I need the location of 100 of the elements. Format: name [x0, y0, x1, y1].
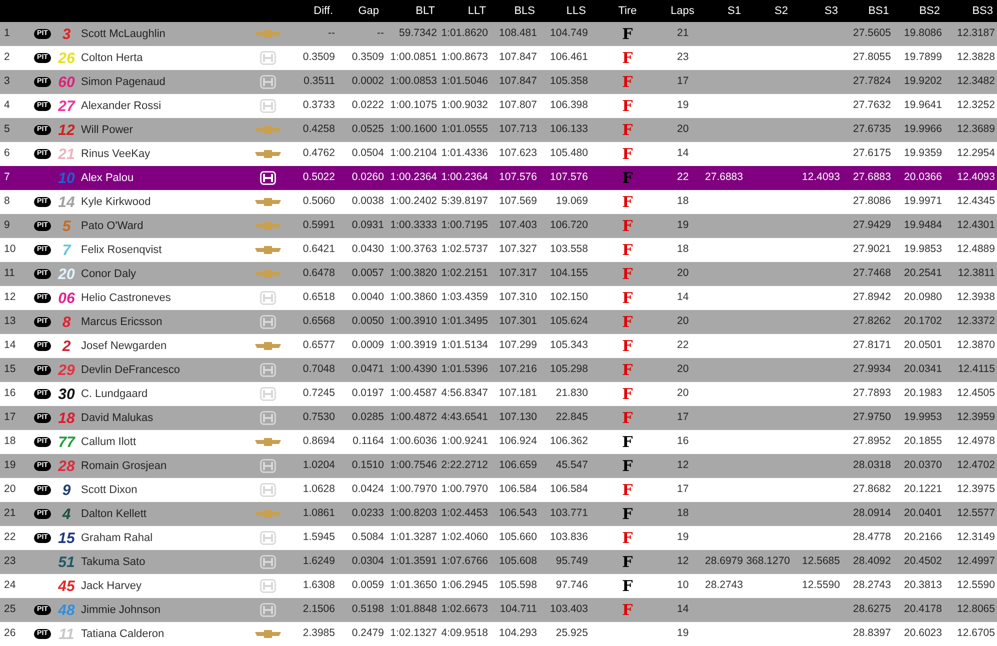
- tire-mark-label: F: [622, 578, 633, 594]
- column-header[interactable]: BS2: [919, 4, 940, 17]
- table-cell: 17: [677, 483, 689, 496]
- table-cell: 20.1702: [904, 315, 942, 328]
- table-row[interactable]: 7 10 Alex Palou 0.5022 0.0260 1:00.2364 1:00.2364 107.576 107.576 F 22 27.6883 12.4093 27.6883 20.0366 12.4093: [0, 166, 997, 190]
- table-cell: 19.9971: [904, 195, 942, 208]
- table-cell: 20.0341: [904, 363, 942, 376]
- table-cell: 1:02.6673: [441, 603, 488, 616]
- table-cell: 59.7342: [399, 27, 437, 40]
- table-cell: 19.8086: [904, 27, 942, 40]
- driver-name: Helio Castroneves: [81, 292, 171, 304]
- driver-name: David Malukas: [81, 412, 154, 424]
- table-cell: 1:00.7970: [441, 483, 488, 496]
- driver-name: Jimmie Johnson: [81, 604, 160, 616]
- table-cell: 103.558: [550, 243, 588, 256]
- table-cell: 108.481: [499, 27, 537, 40]
- table-cell: 0.6518: [302, 291, 335, 304]
- column-header[interactable]: BLT: [416, 4, 435, 17]
- tire-mark-label: F: [622, 530, 633, 546]
- table-cell: 1:02.1327: [390, 627, 437, 640]
- table-cell: 1:00.2364: [390, 171, 437, 184]
- table-cell: 1:00.3333: [390, 219, 437, 232]
- table-cell: 22: [677, 171, 689, 184]
- table-cell: 0.0009: [352, 339, 384, 352]
- column-header[interactable]: BLS: [514, 4, 535, 17]
- table-cell: 27.7632: [853, 99, 891, 112]
- table-cell: 0.0285: [352, 411, 384, 424]
- driver-name: Romain Grosjean: [81, 460, 167, 472]
- table-cell: 10: [677, 579, 689, 592]
- car-number: 48: [58, 602, 75, 618]
- table-cell: 12.6705: [957, 627, 995, 640]
- column-header[interactable]: Tire: [618, 4, 637, 17]
- table-cell: 105.660: [499, 531, 537, 544]
- table-cell: 1:00.8673: [441, 51, 488, 64]
- table-cell: 1:07.6766: [441, 555, 488, 568]
- table-cell: 12.3828: [957, 51, 995, 64]
- driver-name: Callum Ilott: [81, 436, 136, 448]
- column-header[interactable]: BS1: [868, 4, 889, 17]
- table-cell: 107.576: [550, 171, 588, 184]
- driver-name: Marcus Ericsson: [81, 316, 162, 328]
- column-header[interactable]: Laps: [670, 4, 694, 17]
- table-row[interactable]: 23 51 Takuma Sato 1.6249 0.0304 1:01.3591 1:07.6766 105.608 95.749 F 12 28.6979 368.1270 12.5685 28.4092 20.4502 12.4997: [0, 550, 997, 574]
- table-cell: 21.830: [556, 387, 588, 400]
- table-cell: 1:01.3495: [441, 315, 488, 328]
- driver-name: Conor Daly: [81, 268, 136, 280]
- car-number: 27: [58, 98, 75, 114]
- table-cell: 28.6275: [853, 603, 891, 616]
- car-number: 28: [58, 458, 75, 474]
- table-cell: 1.0204: [302, 459, 335, 472]
- table-cell: 12.4997: [957, 555, 995, 568]
- table-cell: 12.3149: [957, 531, 995, 544]
- car-number: 4: [62, 506, 71, 522]
- table-cell: 0.6568: [302, 315, 335, 328]
- tire-mark-label: F: [622, 74, 633, 90]
- table-cell: 12.3689: [957, 123, 995, 136]
- column-header[interactable]: BS3: [972, 4, 993, 17]
- table-cell: 107.317: [499, 267, 537, 280]
- driver-name: Scott Dixon: [81, 484, 138, 496]
- table-cell: 0.7530: [302, 411, 335, 424]
- table-cell: 20.0401: [904, 507, 942, 520]
- table-cell: 14: [677, 147, 689, 160]
- table-cell: 12.5685: [802, 555, 840, 568]
- table-cell: 20.0370: [904, 459, 942, 472]
- table-cell: 1:00.2402: [390, 195, 437, 208]
- table-cell: 0.0430: [352, 243, 384, 256]
- car-number: 20: [58, 266, 75, 282]
- column-header[interactable]: LLS: [566, 4, 586, 17]
- column-header[interactable]: Gap: [358, 4, 379, 17]
- column-header[interactable]: Diff.: [314, 4, 333, 17]
- table-cell: 105.343: [550, 339, 588, 352]
- table-cell: 3: [4, 75, 10, 88]
- column-header[interactable]: S3: [824, 4, 838, 17]
- tire-mark-label: F: [622, 122, 633, 138]
- table-cell: 1:01.3591: [390, 555, 437, 568]
- table-cell: 1:00.0853: [390, 75, 437, 88]
- tire-mark-label: F: [622, 506, 633, 522]
- table-cell: 0.4258: [302, 123, 335, 136]
- table-cell: 106.659: [499, 459, 537, 472]
- table-cell: 20: [677, 267, 689, 280]
- table-cell: 1:00.9241: [441, 435, 488, 448]
- table-cell: 368.1270: [746, 555, 790, 568]
- table-cell: 0.6421: [302, 243, 335, 256]
- table-cell: 12.3870: [957, 339, 995, 352]
- tire-mark-label: F: [622, 98, 633, 114]
- driver-name: Tatiana Calderon: [81, 628, 164, 640]
- column-header[interactable]: S1: [728, 4, 741, 17]
- table-cell: 24: [4, 579, 16, 592]
- table-cell: 12.4345: [957, 195, 995, 208]
- driver-name: Dalton Kellett: [81, 508, 146, 520]
- table-cell: 0.1510: [352, 459, 384, 472]
- column-header[interactable]: S2: [774, 4, 788, 17]
- table-cell: 20.1221: [904, 483, 942, 496]
- table-cell: 21: [4, 507, 16, 520]
- driver-name: Graham Rahal: [81, 532, 153, 544]
- table-cell: 107.310: [499, 291, 537, 304]
- column-header[interactable]: LLT: [468, 4, 486, 17]
- table-cell: 16: [4, 387, 16, 400]
- table-cell: 12.4505: [957, 387, 995, 400]
- tire-mark-label: F: [622, 194, 633, 210]
- table-cell: 19: [677, 219, 689, 232]
